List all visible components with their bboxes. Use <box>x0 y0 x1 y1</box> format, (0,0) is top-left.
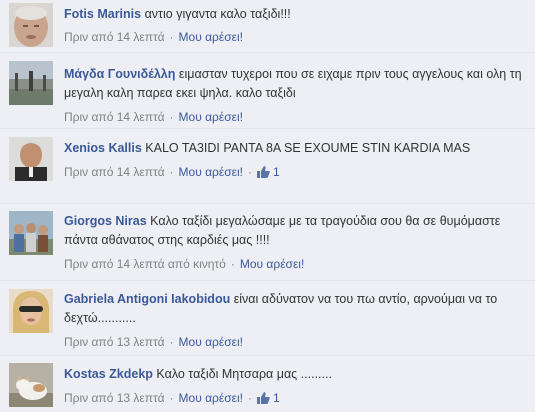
avatar[interactable] <box>9 211 53 255</box>
comment-author[interactable]: Giorgos Niras <box>64 214 147 228</box>
avatar-photo-icon <box>9 289 53 333</box>
comment-author[interactable]: Kostas Zkdekp <box>64 367 153 381</box>
avatar-photo-icon <box>9 3 53 47</box>
avatar[interactable] <box>9 363 53 407</box>
like-button[interactable]: Μου αρέσει! <box>179 30 243 44</box>
thumbs-up-icon <box>256 392 270 404</box>
comment: Kostas Zkdekp Καλο ταξιδι Μητσαρα μας ..… <box>0 355 535 412</box>
comment-meta: Πριν από 14 λεπτά · Μου αρέσει! <box>64 110 243 124</box>
comment-body: Kostas Zkdekp Καλο ταξιδι Μητσαρα μας ..… <box>64 365 527 409</box>
comment-meta: Πριν από 14 λεπτά · Μου αρέσει! · 1 <box>64 165 280 179</box>
comment-body: Xenios Kallis KALO TA3IDI PANTA 8A SE EX… <box>64 139 527 183</box>
avatar-photo-icon <box>9 363 53 407</box>
comment-body: Giorgos Niras Καλο ταξίδι μεγαλώσαμε με … <box>64 212 527 275</box>
like-count[interactable]: 1 <box>256 165 280 179</box>
comment: Μάγδα Γουνιδέλλη ειμασταν τυχεροι που σε… <box>0 52 535 129</box>
like-button[interactable]: Μου αρέσει! <box>179 110 243 124</box>
comment-time[interactable]: Πριν από 14 λεπτά <box>64 30 165 44</box>
comment: Fotis Marinis αντιο γιγαντα καλο ταξιδι!… <box>0 0 535 52</box>
comment-time[interactable]: Πριν από 14 λεπτά <box>64 165 165 179</box>
comment-text: αντιο γιγαντα καλο ταξιδι!!! <box>144 7 291 21</box>
comment-time[interactable]: Πριν από 14 λεπτά από κινητό <box>64 257 226 271</box>
comment-author[interactable]: Gabriela Antigoni Iakobidou <box>64 292 230 306</box>
like-button[interactable]: Μου αρέσει! <box>179 165 243 179</box>
avatar[interactable] <box>9 137 53 181</box>
comment-body: Μάγδα Γουνιδέλλη ειμασταν τυχεροι που σε… <box>64 65 527 128</box>
comment-text: KALO TA3IDI PANTA 8A SE EXOUME STIN KARD… <box>145 141 471 155</box>
comment-meta: Πριν από 14 λεπτά από κινητό · Μου αρέσει! <box>64 257 305 271</box>
like-button[interactable]: Μου αρέσει! <box>240 257 304 271</box>
like-button[interactable]: Μου αρέσει! <box>179 391 243 405</box>
comment-time[interactable]: Πριν από 13 λεπτά <box>64 335 165 349</box>
comment-meta: Πριν από 13 λεπτά · Μου αρέσει! · 1 <box>64 391 280 405</box>
comment-author[interactable]: Fotis Marinis <box>64 7 141 21</box>
comment: Xenios Kallis KALO TA3IDI PANTA 8A SE EX… <box>0 128 535 204</box>
avatar[interactable] <box>9 3 53 47</box>
comment-meta: Πριν από 14 λεπτά · Μου αρέσει! <box>64 30 243 44</box>
comment-author[interactable]: Xenios Kallis <box>64 141 142 155</box>
comment-text: Καλο ταξιδι Μητσαρα μας ......... <box>156 367 332 381</box>
avatar[interactable] <box>9 61 53 105</box>
thumbs-up-icon <box>256 166 270 178</box>
comment-author[interactable]: Μάγδα Γουνιδέλλη <box>64 67 175 81</box>
comment-body: Fotis Marinis αντιο γιγαντα καλο ταξιδι!… <box>64 5 527 48</box>
avatar-photo-icon <box>9 61 53 105</box>
like-button[interactable]: Μου αρέσει! <box>179 335 243 349</box>
comment: Gabriela Antigoni Iakobidou είναι αδύνατ… <box>0 280 535 356</box>
avatar-photo-icon <box>9 137 53 181</box>
comment-body: Gabriela Antigoni Iakobidou είναι αδύνατ… <box>64 290 527 353</box>
comment-time[interactable]: Πριν από 14 λεπτά <box>64 110 165 124</box>
like-count-value: 1 <box>272 165 280 179</box>
like-count[interactable]: 1 <box>256 391 280 405</box>
like-count-value: 1 <box>272 391 280 405</box>
avatar[interactable] <box>9 289 53 333</box>
comment-time[interactable]: Πριν από 13 λεπτά <box>64 391 165 405</box>
comment-meta: Πριν από 13 λεπτά · Μου αρέσει! <box>64 335 243 349</box>
comment: Giorgos Niras Καλο ταξίδι μεγαλώσαμε με … <box>0 203 535 281</box>
avatar-photo-icon <box>9 211 53 255</box>
